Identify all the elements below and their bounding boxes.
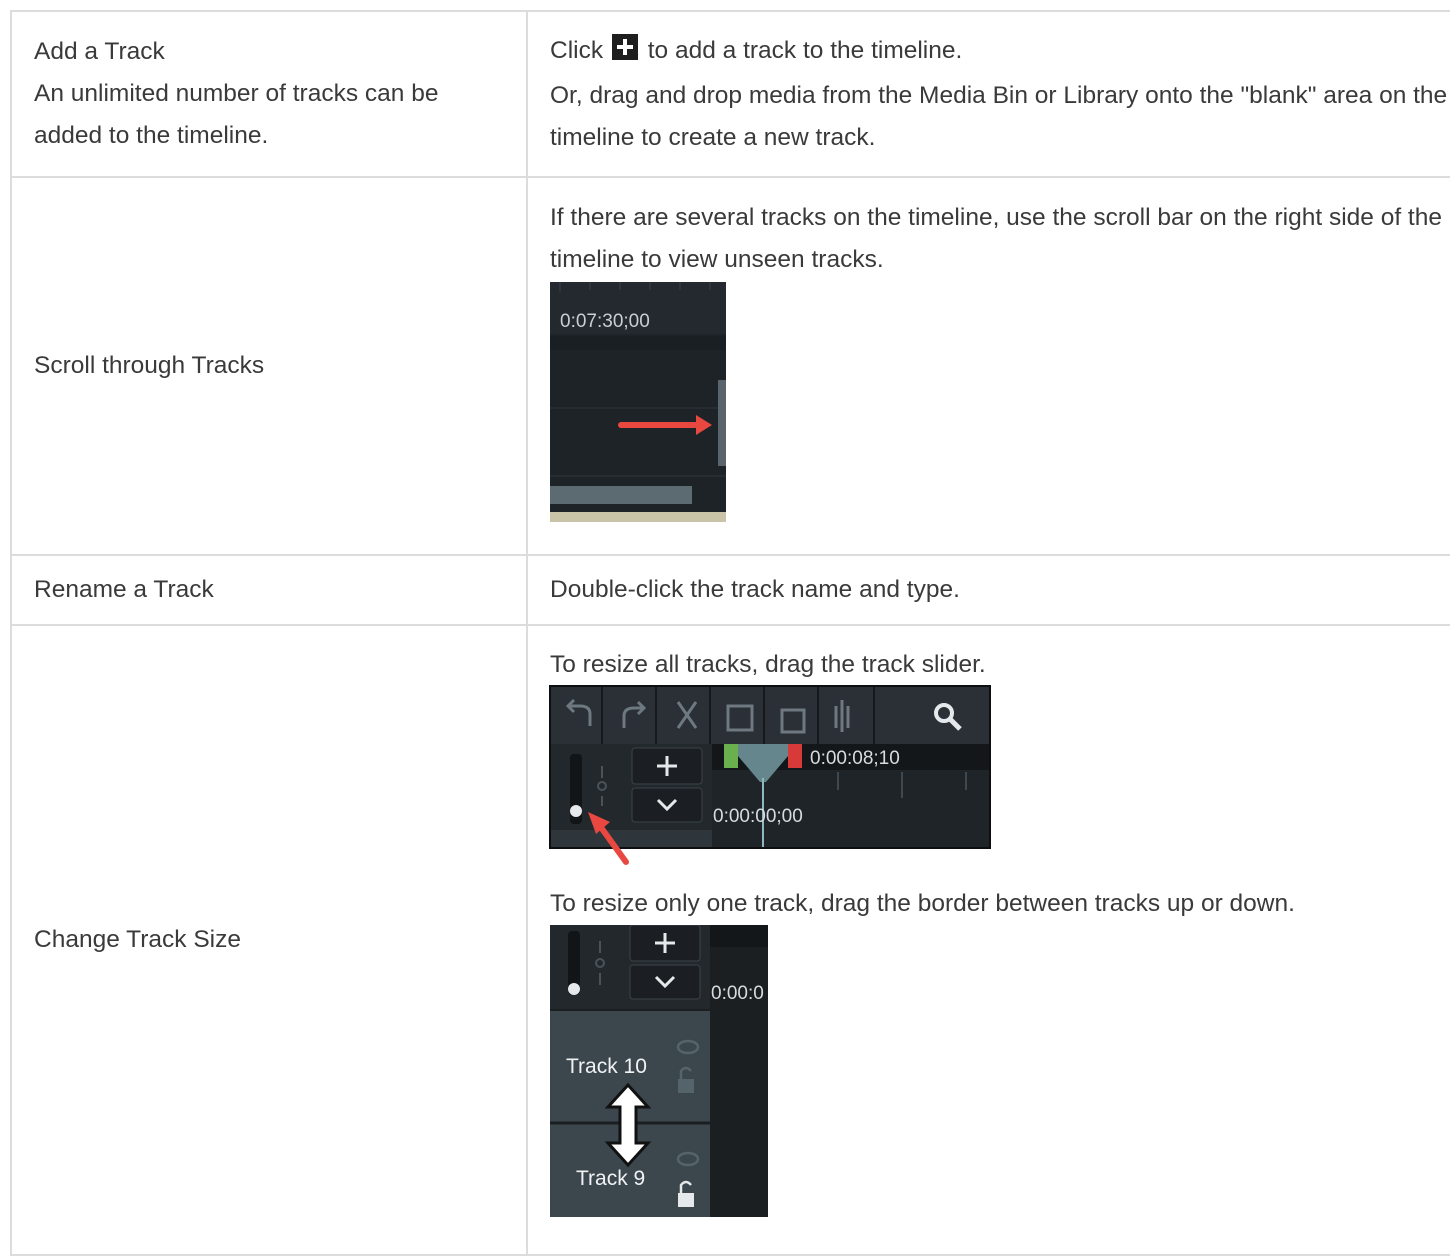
table-row-rename-track: Rename a Track Double-click the track na… — [10, 554, 1450, 626]
rename-text: Double-click the track name and type. — [550, 576, 960, 603]
table-row-add-track: Add a Track An unlimited number of track… — [10, 10, 1450, 178]
feature-cell: Change Track Size — [10, 624, 528, 1256]
timecode: 0:00:0 — [711, 983, 764, 1004]
description-cell: To resize all tracks, drag the track sli… — [526, 624, 1450, 1256]
timecode-playhead: 0:00:08;10 — [810, 748, 900, 769]
drag-drop-text: Or, drag and drop media from the Media B… — [550, 82, 1448, 151]
plus-icon — [611, 34, 638, 60]
feature-cell: Rename a Track — [10, 554, 528, 626]
scroll-screenshot: 0:07:30;00 — [550, 282, 726, 522]
resize-one-text: To resize only one track, drag the borde… — [550, 890, 1295, 917]
table-row-change-size: Change Track Size To resize all tracks, … — [10, 624, 1450, 1256]
feature-title: Change Track Size — [34, 926, 241, 953]
add-track-text: to add a track to the timeline. — [647, 37, 963, 64]
description-cell: Double-click the track name and type. — [526, 554, 1450, 626]
feature-title: Add a Track — [34, 38, 165, 65]
track-name[interactable]: Track 10 — [566, 1055, 647, 1078]
track-scrollbar[interactable] — [718, 380, 726, 466]
timecode: 0:07:30;00 — [560, 311, 650, 332]
click-text: Click — [550, 37, 604, 64]
track-help-table: Add a Track An unlimited number of track… — [10, 10, 1450, 1256]
description-cell: Click to add a track to the timeline. Or… — [526, 10, 1450, 178]
feature-cell: Scroll through Tracks — [10, 176, 528, 556]
timecode-start: 0:00:00;00 — [713, 806, 803, 827]
feature-title: Scroll through Tracks — [34, 352, 265, 379]
resize-all-text: To resize all tracks, drag the track sli… — [550, 651, 986, 678]
track-name[interactable]: Track 9 — [576, 1167, 645, 1190]
track-border-screenshot: 0:00:0 Track 10 Track 9 — [550, 925, 768, 1217]
feature-title: Rename a Track — [34, 576, 214, 603]
feature-cell: Add a Track An unlimited number of track… — [10, 10, 528, 178]
track-slider-screenshot: 0:00:08;10 0:00:00;00 — [549, 685, 991, 865]
table-row-scroll-tracks: Scroll through Tracks If there are sever… — [10, 176, 1450, 556]
scroll-text: If there are several tracks on the timel… — [550, 204, 1442, 273]
feature-subtitle: An unlimited number of tracks can be add… — [34, 80, 439, 149]
description-cell: If there are several tracks on the timel… — [526, 176, 1450, 556]
